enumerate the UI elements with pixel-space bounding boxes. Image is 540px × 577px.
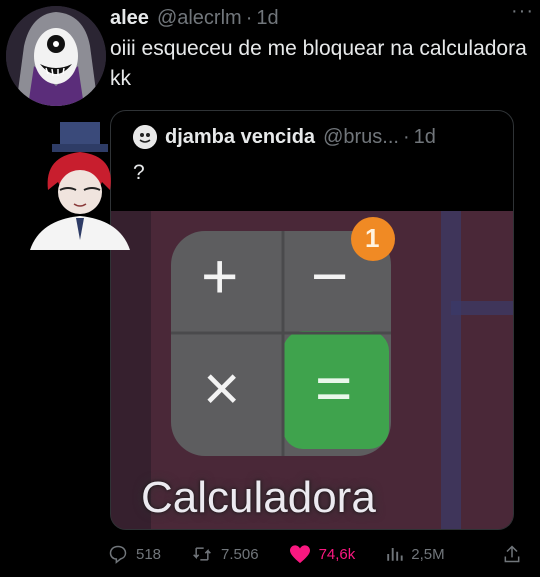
times-glyph: ×	[203, 352, 241, 424]
views-button[interactable]: 2,5M	[385, 545, 445, 563]
repost-button[interactable]: 7.506	[191, 544, 259, 564]
views-icon	[387, 548, 403, 561]
like-count: 74,6k	[318, 545, 356, 563]
heart-icon	[289, 545, 310, 564]
notification-badge: 1	[365, 223, 380, 253]
quote-author-avatar[interactable]	[133, 125, 157, 149]
plus-glyph: +	[201, 240, 239, 312]
quote-author-handle[interactable]: @brus...	[323, 126, 399, 149]
quote-time[interactable]: 1d	[414, 126, 436, 149]
author-name[interactable]: alee	[110, 7, 149, 30]
equals-glyph: =	[315, 352, 353, 424]
quote-text: ?	[133, 161, 145, 184]
quote-author-large-avatar[interactable]	[30, 120, 130, 250]
tweet-time[interactable]: 1d	[256, 7, 278, 30]
quote-separator-dot: ·	[402, 125, 410, 148]
views-count: 2,5M	[411, 545, 445, 563]
separator-dot: ·	[245, 6, 253, 29]
more-options-icon[interactable]: ···	[511, 0, 534, 23]
tweet-text: oiii esqueceu de me bloquear na calculad…	[110, 37, 527, 90]
calculator-label: Calculadora	[141, 473, 376, 522]
quoted-tweet[interactable]: djamba vencida @brus... · 1d ? + − × = 1…	[110, 110, 514, 530]
like-button[interactable]: 74,6k	[289, 544, 356, 564]
share-icon	[504, 545, 520, 563]
share-button[interactable]	[502, 544, 530, 564]
repost-count: 7.506	[221, 545, 259, 563]
action-bar: 518 7.506 74,6k 2,5M	[108, 540, 530, 568]
quote-image[interactable]: + − × = 1 Calculadora	[111, 211, 513, 529]
reply-icon	[109, 545, 127, 564]
author-handle[interactable]: @alecrlm	[157, 7, 242, 30]
reply-count: 518	[136, 545, 162, 563]
reply-button[interactable]: 518	[108, 544, 161, 564]
minus-glyph: −	[311, 240, 349, 312]
author-avatar[interactable]	[6, 6, 106, 106]
repost-icon	[193, 547, 211, 561]
quote-author-name[interactable]: djamba vencida	[165, 126, 315, 149]
